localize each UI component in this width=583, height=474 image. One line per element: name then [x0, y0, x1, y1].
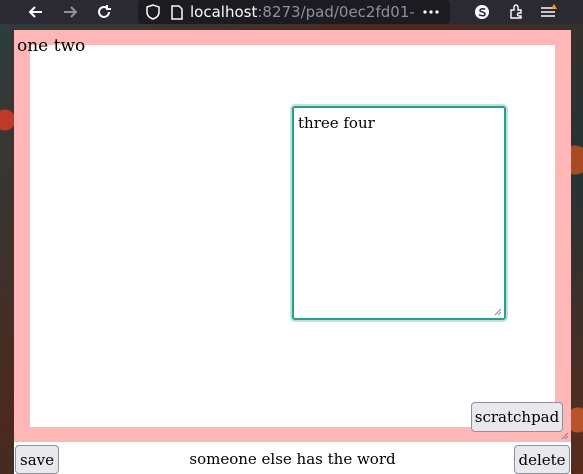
profile-icon[interactable]: [470, 0, 494, 24]
page-content: one two three four scratchpad save someo…: [14, 30, 571, 474]
shield-icon[interactable]: [144, 3, 162, 21]
status-text: someone else has the word: [189, 450, 396, 468]
reload-icon[interactable]: [92, 0, 116, 24]
note-text: three four: [298, 114, 375, 132]
url-path: :8273/pad/0ec2fd01-: [257, 3, 415, 21]
back-arrow-icon[interactable]: [24, 0, 48, 24]
note-textarea[interactable]: three four: [292, 106, 506, 320]
more-icon[interactable]: [422, 3, 440, 21]
pane-resize-grip-icon[interactable]: [559, 430, 569, 440]
forward-arrow-icon[interactable]: [58, 0, 82, 24]
extensions-icon[interactable]: [504, 0, 528, 24]
bottom-bar: save someone else has the word delete: [14, 444, 571, 474]
browser-toolbar: localhost:8273/pad/0ec2fd01-: [0, 0, 583, 24]
url-host: localhost: [190, 3, 258, 21]
resize-grip-icon[interactable]: [492, 306, 502, 316]
pad-canvas-overlay: three four: [30, 45, 555, 427]
url-bar[interactable]: localhost:8273/pad/0ec2fd01-: [138, 0, 450, 24]
url-text: localhost:8273/pad/0ec2fd01-: [190, 3, 420, 21]
scratchpad-button[interactable]: scratchpad: [471, 402, 563, 432]
page-icon: [168, 3, 186, 21]
delete-button[interactable]: delete: [514, 445, 570, 474]
menu-icon[interactable]: [537, 0, 561, 24]
pad-pane: one two three four scratchpad: [14, 30, 571, 442]
